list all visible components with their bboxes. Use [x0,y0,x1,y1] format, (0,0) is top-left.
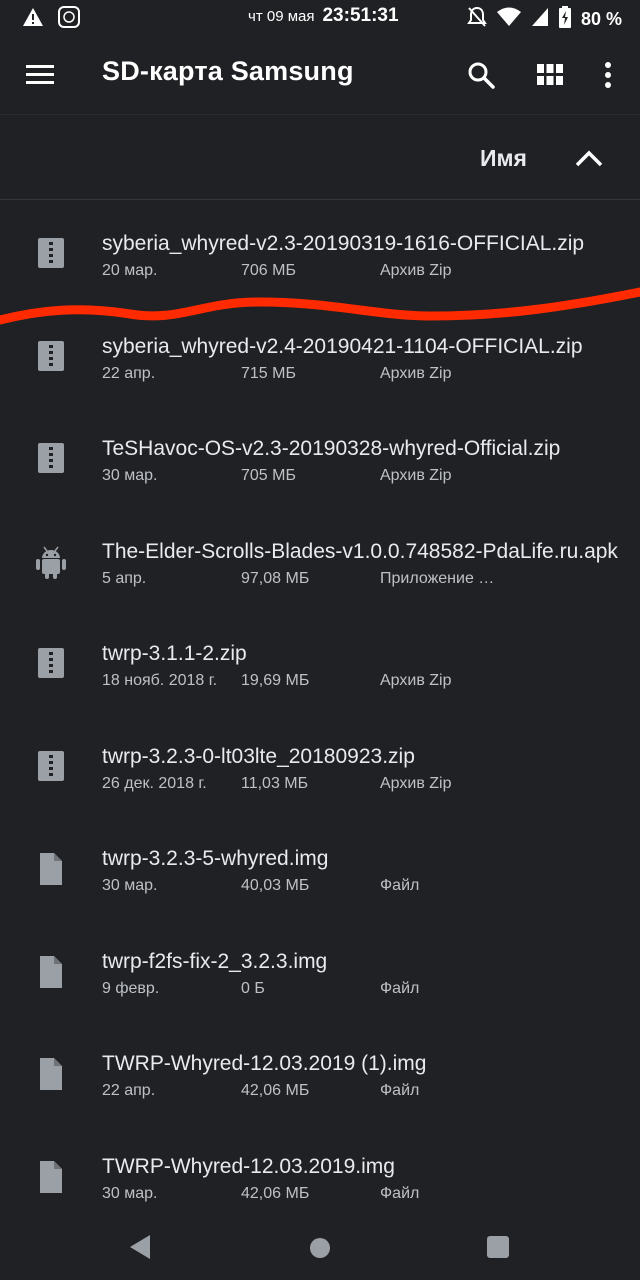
battery-charging-icon [558,6,571,33]
file-name: TWRP-Whyred-12.03.2019.img [102,1154,395,1178]
file-icon [34,1159,68,1195]
recents-button[interactable] [486,1235,510,1259]
file-list-item[interactable]: The-Elder-Scrolls-Blades-v1.0.0.748582-P… [0,506,640,608]
file-name: twrp-3.2.3-0-lt03lte_20180923.zip [102,744,415,768]
file-list-item[interactable]: syberia_whyred-v2.3-20190319-1616-OFFICI… [0,198,640,300]
file-size: 706 МБ [241,262,296,279]
file-date: 22 апр. [102,364,156,382]
file-list-item[interactable]: twrp-f2fs-fix-2_3.2.3.img 9 февр. 0 Б Файл [0,916,640,1018]
file-size: 715 МБ [241,364,296,382]
screen: чт 09 мая 23:51:31 80 % SD-карта Samsung… [0,0,640,1280]
file-type: Файл [380,1082,420,1099]
recents-icon [487,1236,509,1258]
back-button[interactable] [128,1234,152,1260]
file-name: syberia_whyred-v2.3-20190319-1616-OFFICI… [102,232,585,255]
file-size: 97,08 МБ [241,569,310,587]
file-list-item[interactable]: TWRP-Whyred-12.03.2019.img 30 мар. 42,06 М… [0,1121,640,1223]
home-button[interactable] [308,1236,332,1260]
file-name: TWRP-Whyred-12.03.2019 (1).img [102,1052,427,1075]
file-date: 30 мар. [102,467,158,484]
page-title: SD-карта Samsung [102,56,354,86]
more-vert-icon [605,62,611,88]
file-date: 30 мар. [102,877,158,894]
file-size: 19,69 МБ [241,672,310,689]
grid-view-icon [537,64,563,85]
status-date: чт 09 мая [248,8,315,25]
file-date: 18 нояб. 2018 г. [102,672,218,689]
file-list-item[interactable]: twrp-3.1.1-2.zip 18 нояб. 2018 г. 19,69 МБ… [0,608,640,710]
file-type: Файл [380,1184,420,1202]
file-name: twrp-3.1.1-2.zip [102,642,247,665]
battery-percent: 80 % [580,9,622,29]
file-list-item[interactable]: TeSHavoc-OS-v2.3-20190328-whyred-Officia… [0,403,640,505]
sort-by-name-button[interactable]: Имя [480,145,527,172]
file-list-item[interactable]: TWRP-Whyred-12.03.2019 (1).img 22 апр. 42,… [0,1018,640,1120]
status-bar-clock: чт 09 мая 23:51:31 [248,5,399,27]
file-type: Архив Zip [380,774,452,792]
zip-icon [34,646,68,682]
file-type: Файл [380,877,420,894]
status-bar-left [22,6,80,33]
file-icon [34,851,68,887]
file-list-item[interactable]: syberia_whyred-v2.4-20190421-1104-OFFICI… [0,301,640,403]
file-type: Архив Zip [380,672,452,689]
file-date: 5 апр. [102,569,147,587]
sort-direction-button[interactable] [570,141,608,175]
back-icon [130,1235,150,1259]
file-list-item[interactable]: twrp-3.2.3-5-whyred.img 30 мар. 40,03 МБ Фа… [0,813,640,915]
more-options-button[interactable] [596,56,620,94]
navigation-bar [0,1216,640,1280]
signal-icon [531,7,549,32]
file-icon [34,954,68,990]
file-size: 705 МБ [241,467,296,484]
file-date: 20 мар. [102,262,158,279]
chevron-up-icon [575,150,603,167]
menu-icon [26,65,54,84]
mute-icon [467,6,487,33]
zip-icon [34,236,68,272]
wifi-icon [496,7,521,32]
file-size: 42,06 МБ [241,1184,310,1202]
app-notification-icon [58,6,80,33]
file-list-item[interactable]: twrp-3.2.3-0-lt03lte_20180923.zip 26 дек.… [0,711,640,813]
file-type: Архив Zip [380,262,452,279]
status-time: 23:51:31 [322,5,399,26]
zip-icon [34,441,68,477]
file-name: twrp-f2fs-fix-2_3.2.3.img [102,949,328,973]
grid-view-button[interactable] [532,58,568,92]
file-size: 0 Б [241,979,265,997]
zip-icon [34,339,68,375]
home-icon [310,1238,330,1258]
warning-icon [22,7,44,32]
file-name: TeSHavoc-OS-v2.3-20190328-whyred-Officia… [102,437,561,460]
file-date: 30 мар. [102,1184,158,1202]
android-icon [34,544,68,580]
zip-icon [34,749,68,785]
file-date: 26 дек. 2018 г. [102,774,207,792]
search-icon [468,62,495,89]
file-type: Файл [380,979,420,997]
file-date: 22 апр. [102,1082,156,1099]
file-size: 11,03 МБ [241,774,309,792]
status-bar-right: 80 % [467,6,622,33]
status-bar: чт 09 мая 23:51:31 80 % [0,0,640,36]
file-icon [34,1056,68,1092]
file-type: Архив Zip [380,467,452,484]
search-button[interactable] [462,56,500,94]
file-name: twrp-3.2.3-5-whyred.img [102,847,329,870]
file-size: 42,06 МБ [241,1082,310,1099]
file-type: Приложение Android [380,569,500,587]
file-type: Архив Zip [380,364,452,382]
sort-bar: Имя [0,114,640,200]
file-date: 9 февр. [102,979,160,997]
file-name: The-Elder-Scrolls-Blades-v1.0.0.748582-P… [102,539,618,563]
menu-button[interactable] [20,58,60,92]
app-bar: SD-карта Samsung [0,36,640,114]
file-size: 40,03 МБ [241,877,310,894]
file-name: syberia_whyred-v2.4-20190421-1104-OFFICI… [102,334,583,358]
